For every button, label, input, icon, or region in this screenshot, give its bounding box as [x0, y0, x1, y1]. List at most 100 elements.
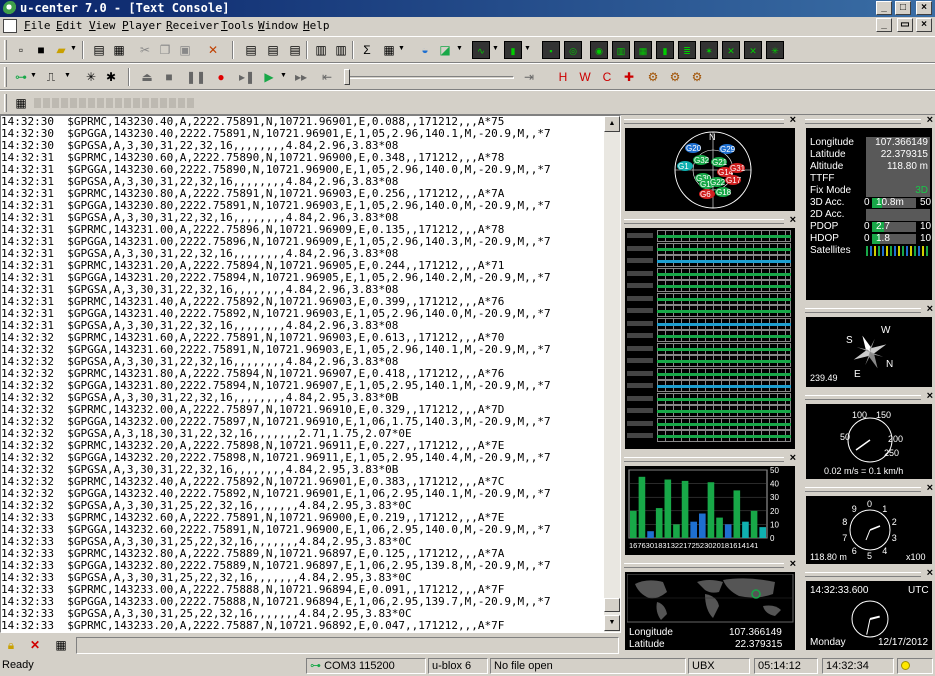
table-dropdown-icon[interactable]: ▼	[398, 45, 405, 52]
signal-chart-view[interactable]: 50 40 30 20 10 0 16763018313221725230201816141…	[625, 466, 795, 555]
hot-start-icon[interactable]: H	[554, 68, 572, 86]
baudrate-dropdown-icon[interactable]: ▼	[64, 72, 71, 79]
satellite-marker[interactable]: G29	[719, 144, 736, 154]
step-icon[interactable]: ▸❚	[238, 68, 256, 86]
menu-receiver[interactable]: Receiver	[166, 19, 219, 32]
vertical-scrollbar[interactable]: ▲ ▼	[604, 116, 620, 632]
menu-file[interactable]: File	[24, 19, 51, 32]
signal-list-view[interactable]	[625, 228, 795, 449]
paste-icon[interactable]: ▣	[176, 41, 194, 59]
print-preview-icon[interactable]: ▦	[110, 41, 128, 59]
fast-forward-icon[interactable]: ▸▸	[292, 68, 310, 86]
options-icon[interactable]: ▦	[52, 636, 70, 654]
connection-icon[interactable]: ⊶	[12, 68, 30, 86]
playback-slider-track[interactable]	[344, 76, 514, 79]
map-icon[interactable]: ◪	[436, 41, 454, 59]
docs-icon-1[interactable]: ▤	[242, 41, 260, 59]
document-icon[interactable]	[3, 19, 17, 33]
cut-icon[interactable]: ✂	[136, 41, 154, 59]
menu-view[interactable]: View	[89, 19, 116, 32]
satellite-marker[interactable]: G1	[677, 161, 693, 171]
speedometer-view[interactable]: 100 150 50 200 250 0.02 m/s = 0.1 km/h	[806, 404, 932, 479]
message-filter-icon[interactable]: ▦	[12, 94, 30, 112]
menu-edit[interactable]: Edit	[56, 19, 83, 32]
cascade-icon[interactable]: ▥	[332, 41, 350, 59]
data-view[interactable]: Longitude 107.366149 Latitude 22.379315 Alti…	[806, 128, 932, 300]
satellite-marker[interactable]: G21	[711, 157, 728, 167]
speed-view-icon[interactable]: ✕	[722, 41, 740, 59]
world-map-view[interactable]: Longitude 107.366149 Latitude 22.379315	[625, 572, 795, 650]
sky-view[interactable]: N G20 G29 G32 G21 G1 G14 G31 G17 G30 G16 G22 G18 G6	[625, 128, 795, 211]
sky-view-icon[interactable]: ◉	[590, 41, 608, 59]
app-icon[interactable]	[3, 1, 18, 16]
child-restore-button[interactable]: ▭	[897, 18, 913, 32]
list-view-icon[interactable]: ≣	[678, 41, 696, 59]
docs-icon-3[interactable]: ▤	[286, 41, 304, 59]
tile-icon[interactable]: ▥	[312, 41, 330, 59]
stop-icon[interactable]: ■	[160, 68, 178, 86]
scroll-up-button[interactable]: ▲	[604, 116, 620, 132]
satellite-marker[interactable]: G18	[715, 187, 732, 197]
menu-help[interactable]: Help	[303, 19, 330, 32]
view-icon-2[interactable]: ◎	[564, 41, 582, 59]
clear-icon[interactable]: ✕	[204, 41, 222, 59]
open-dropdown-icon[interactable]: ▼	[70, 45, 77, 52]
map-dropdown-icon[interactable]: ▼	[456, 45, 463, 52]
menu-tools[interactable]: Tools	[221, 19, 254, 32]
signal-view-icon[interactable]: ▥	[612, 41, 630, 59]
open-folder-icon[interactable]: ▰	[52, 41, 70, 59]
satellite-marker[interactable]: G20	[685, 143, 702, 153]
autobaud-icon[interactable]: ✳	[82, 68, 100, 86]
record-icon[interactable]: ●	[212, 68, 230, 86]
histogram-icon[interactable]: ▮	[504, 41, 522, 59]
table-icon[interactable]: ▦	[380, 41, 398, 59]
new-icon[interactable]: ▫	[12, 41, 30, 59]
clock-view[interactable]: 14:32:33.600 UTC Monday 12/17/2012	[806, 581, 932, 650]
playback-slider-thumb[interactable]	[344, 69, 350, 85]
play-icon[interactable]: ▶	[260, 68, 278, 86]
data-view-icon[interactable]: ▦	[634, 41, 652, 59]
close-icon[interactable]: ×	[790, 452, 796, 464]
satellite-marker[interactable]: G31	[729, 163, 746, 173]
settings-icon-3[interactable]: ⚙	[688, 68, 706, 86]
play-dropdown-icon[interactable]: ▼	[280, 72, 287, 79]
settings-icon-1[interactable]: ⚙	[644, 68, 662, 86]
reset-icon[interactable]: ✚	[620, 68, 638, 86]
connection-dropdown-icon[interactable]: ▼	[30, 72, 37, 79]
maximize-button[interactable]: □	[895, 1, 911, 15]
compass-view[interactable]: W S N E 239.49	[806, 317, 932, 387]
child-minimize-button[interactable]: _	[876, 18, 892, 32]
globe-icon[interactable]: ◒	[416, 41, 434, 59]
child-close-button[interactable]: ×	[916, 18, 932, 32]
bars-view-icon[interactable]: ▮	[656, 41, 674, 59]
alt-view-icon[interactable]: ✕	[744, 41, 762, 59]
view-icon-1[interactable]: ▪	[542, 41, 560, 59]
close-button[interactable]: ×	[916, 1, 932, 15]
lock-icon[interactable]: 🔒︎	[2, 636, 20, 654]
scroll-down-button[interactable]: ▼	[604, 615, 620, 631]
settings-icon-2[interactable]: ⚙	[666, 68, 684, 86]
eject-icon[interactable]: ⏏	[138, 68, 156, 86]
compass-view-icon[interactable]: ✶	[700, 41, 718, 59]
sigma-icon[interactable]: Σ	[358, 41, 376, 59]
satellite-marker[interactable]: G32	[693, 155, 710, 165]
text-console[interactable]: 14:32:30 $GPRMC,143230.40,A,2222.75891,N…	[0, 115, 621, 633]
cold-start-icon[interactable]: C	[598, 68, 616, 86]
chart-icon[interactable]: ∿	[472, 41, 490, 59]
close-icon[interactable]: ×	[927, 114, 933, 126]
console-filter-input[interactable]	[76, 637, 619, 654]
baudrate-icon[interactable]: ⎍	[42, 68, 60, 86]
altimeter-view[interactable]: 012 34567 89 118.80 m x100	[806, 496, 932, 564]
status-port[interactable]: ⊶ COM3 115200	[306, 658, 426, 674]
rewind-start-icon[interactable]: ⇤	[318, 68, 336, 86]
save-icon[interactable]: ■	[32, 41, 50, 59]
docs-icon-2[interactable]: ▤	[264, 41, 282, 59]
close-icon[interactable]: ×	[927, 482, 933, 494]
satellite-marker[interactable]: G22	[709, 177, 726, 187]
delete-icon[interactable]: ✕	[26, 636, 44, 654]
close-icon[interactable]: ×	[927, 303, 933, 315]
close-icon[interactable]: ×	[927, 390, 933, 402]
histogram-dropdown-icon[interactable]: ▼	[524, 45, 531, 52]
menu-player[interactable]: Player	[122, 19, 162, 32]
minimize-button[interactable]: _	[876, 1, 892, 15]
